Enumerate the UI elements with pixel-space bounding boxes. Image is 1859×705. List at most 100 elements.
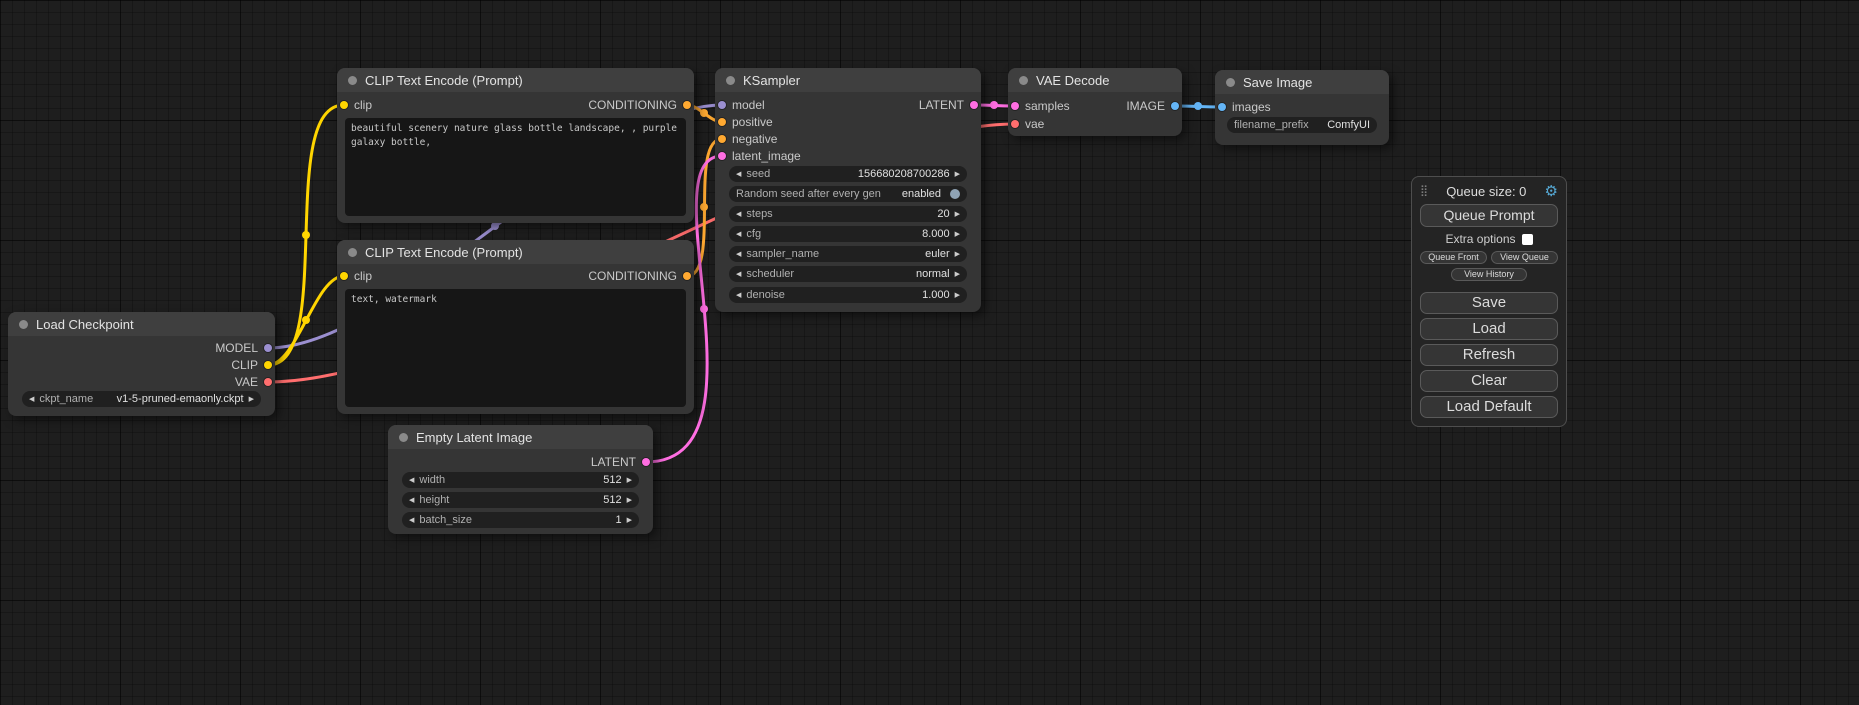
input-slot-images: images (1218, 99, 1271, 115)
node-title: Save Image (1243, 75, 1312, 90)
queue-front-button[interactable]: Queue Front (1420, 251, 1487, 264)
link-midpoint-dot (700, 203, 708, 211)
node-save-image[interactable]: Save Image images filename_prefix ComfyU… (1215, 70, 1389, 145)
input-slot-negative: negative (718, 131, 777, 147)
arrow-left-icon[interactable]: ◀ (409, 517, 414, 524)
node-status-dot (348, 76, 357, 85)
node-canvas[interactable]: Load Checkpoint MODEL CLIP VAE ◀ ckpt_na… (0, 0, 1859, 705)
positive-prompt-textarea[interactable]: beautiful scenery nature glass bottle la… (345, 118, 686, 216)
clip-port-dot[interactable] (264, 361, 272, 369)
input-slot-samples: samples (1011, 98, 1070, 114)
latent-port-dot[interactable] (718, 152, 726, 160)
vae-port-dot[interactable] (1011, 120, 1019, 128)
refresh-button[interactable]: Refresh (1420, 344, 1558, 366)
link-midpoint-dot (700, 109, 708, 117)
toggle-knob[interactable] (950, 189, 960, 199)
output-slot-vae: VAE (235, 374, 272, 390)
latent-port-dot[interactable] (970, 101, 978, 109)
ckpt-name-widget[interactable]: ◀ ckpt_name v1-5-pruned-emaonly.ckpt ▶ (22, 391, 261, 407)
extra-options-checkbox[interactable] (1522, 234, 1533, 245)
clear-button[interactable]: Clear (1420, 370, 1558, 392)
arrow-right-icon[interactable]: ▶ (955, 231, 960, 238)
node-load-checkpoint[interactable]: Load Checkpoint MODEL CLIP VAE ◀ ckpt_na… (8, 312, 275, 416)
conditioning-port-dot[interactable] (718, 118, 726, 126)
batch-size-widget[interactable]: ◀ batch_size 1 ▶ (402, 512, 639, 528)
output-slot-latent: LATENT (591, 454, 650, 470)
arrow-left-icon[interactable]: ◀ (736, 251, 741, 258)
clip-port-dot[interactable] (340, 272, 348, 280)
random-seed-toggle-widget[interactable]: Random seed after every gen enabled (729, 186, 967, 202)
conditioning-port-dot[interactable] (683, 101, 691, 109)
latent-port-dot[interactable] (642, 458, 650, 466)
output-slot-clip: CLIP (231, 357, 272, 373)
load-default-button[interactable]: Load Default (1420, 396, 1558, 418)
scheduler-widget[interactable]: ◀ scheduler normal ▶ (729, 266, 967, 282)
arrow-left-icon[interactable]: ◀ (29, 396, 34, 403)
settings-gear-icon[interactable]: ⚙ (1545, 184, 1558, 199)
negative-prompt-textarea[interactable]: text, watermark (345, 289, 686, 407)
node-ksampler[interactable]: KSampler model positive negative latent_… (715, 68, 981, 312)
output-slot-latent: LATENT (919, 97, 978, 113)
node-title-bar: VAE Decode (1008, 68, 1182, 92)
node-title-bar: CLIP Text Encode (Prompt) (337, 240, 694, 264)
node-clip-text-encode-positive[interactable]: CLIP Text Encode (Prompt) clip CONDITION… (337, 68, 694, 223)
node-empty-latent-image[interactable]: Empty Latent Image LATENT ◀ width 512 ▶ … (388, 425, 653, 534)
output-slot-model: MODEL (215, 340, 272, 356)
node-vae-decode[interactable]: VAE Decode samples vae IMAGE (1008, 68, 1182, 136)
cfg-widget[interactable]: ◀ cfg 8.000 ▶ (729, 226, 967, 242)
queue-size-label: Queue size: 0 (1428, 184, 1544, 199)
arrow-right-icon[interactable]: ▶ (627, 517, 632, 524)
seed-widget[interactable]: ◀ seed 156680208700286 ▶ (729, 166, 967, 182)
node-status-dot (1226, 78, 1235, 87)
queue-panel-header: ⣿ Queue size: 0 ⚙ (1420, 182, 1558, 200)
node-title: VAE Decode (1036, 73, 1109, 88)
link-midpoint-dot (1194, 102, 1202, 110)
arrow-right-icon[interactable]: ▶ (955, 271, 960, 278)
filename-prefix-widget[interactable]: filename_prefix ComfyUI (1227, 117, 1377, 133)
link-midpoint-dot (700, 305, 708, 313)
arrow-left-icon[interactable]: ◀ (736, 211, 741, 218)
conditioning-port-dot[interactable] (683, 272, 691, 280)
image-port-dot[interactable] (1171, 102, 1179, 110)
steps-widget[interactable]: ◀ steps 20 ▶ (729, 206, 967, 222)
conditioning-port-dot[interactable] (718, 135, 726, 143)
clip-port-dot[interactable] (340, 101, 348, 109)
arrow-left-icon[interactable]: ◀ (736, 171, 741, 178)
drag-handle-icon[interactable]: ⣿ (1420, 186, 1428, 197)
node-title: Empty Latent Image (416, 430, 532, 445)
node-title-bar: Empty Latent Image (388, 425, 653, 449)
arrow-right-icon[interactable]: ▶ (627, 497, 632, 504)
arrow-left-icon[interactable]: ◀ (409, 477, 414, 484)
arrow-left-icon[interactable]: ◀ (409, 497, 414, 504)
arrow-right-icon[interactable]: ▶ (955, 292, 960, 299)
arrow-right-icon[interactable]: ▶ (627, 477, 632, 484)
latent-port-dot[interactable] (1011, 102, 1019, 110)
vae-port-dot[interactable] (264, 378, 272, 386)
view-queue-button[interactable]: View Queue (1491, 251, 1558, 264)
height-widget[interactable]: ◀ height 512 ▶ (402, 492, 639, 508)
view-history-button[interactable]: View History (1451, 268, 1527, 281)
arrow-right-icon[interactable]: ▶ (249, 396, 254, 403)
input-slot-model: model (718, 97, 765, 113)
arrow-right-icon[interactable]: ▶ (955, 211, 960, 218)
arrow-right-icon[interactable]: ▶ (955, 171, 960, 178)
denoise-widget[interactable]: ◀ denoise 1.000 ▶ (729, 287, 967, 303)
arrow-left-icon[interactable]: ◀ (736, 292, 741, 299)
queue-prompt-button[interactable]: Queue Prompt (1420, 204, 1558, 227)
load-button[interactable]: Load (1420, 318, 1558, 340)
width-widget[interactable]: ◀ width 512 ▶ (402, 472, 639, 488)
node-clip-text-encode-negative[interactable]: CLIP Text Encode (Prompt) clip CONDITION… (337, 240, 694, 414)
node-status-dot (348, 248, 357, 257)
input-slot-clip: clip (340, 268, 372, 284)
output-slot-conditioning: CONDITIONING (588, 97, 691, 113)
model-port-dot[interactable] (264, 344, 272, 352)
input-slot-clip: clip (340, 97, 372, 113)
node-title-bar: KSampler (715, 68, 981, 92)
arrow-left-icon[interactable]: ◀ (736, 231, 741, 238)
arrow-left-icon[interactable]: ◀ (736, 271, 741, 278)
sampler-name-widget[interactable]: ◀ sampler_name euler ▶ (729, 246, 967, 262)
arrow-right-icon[interactable]: ▶ (955, 251, 960, 258)
model-port-dot[interactable] (718, 101, 726, 109)
image-port-dot[interactable] (1218, 103, 1226, 111)
save-button[interactable]: Save (1420, 292, 1558, 314)
